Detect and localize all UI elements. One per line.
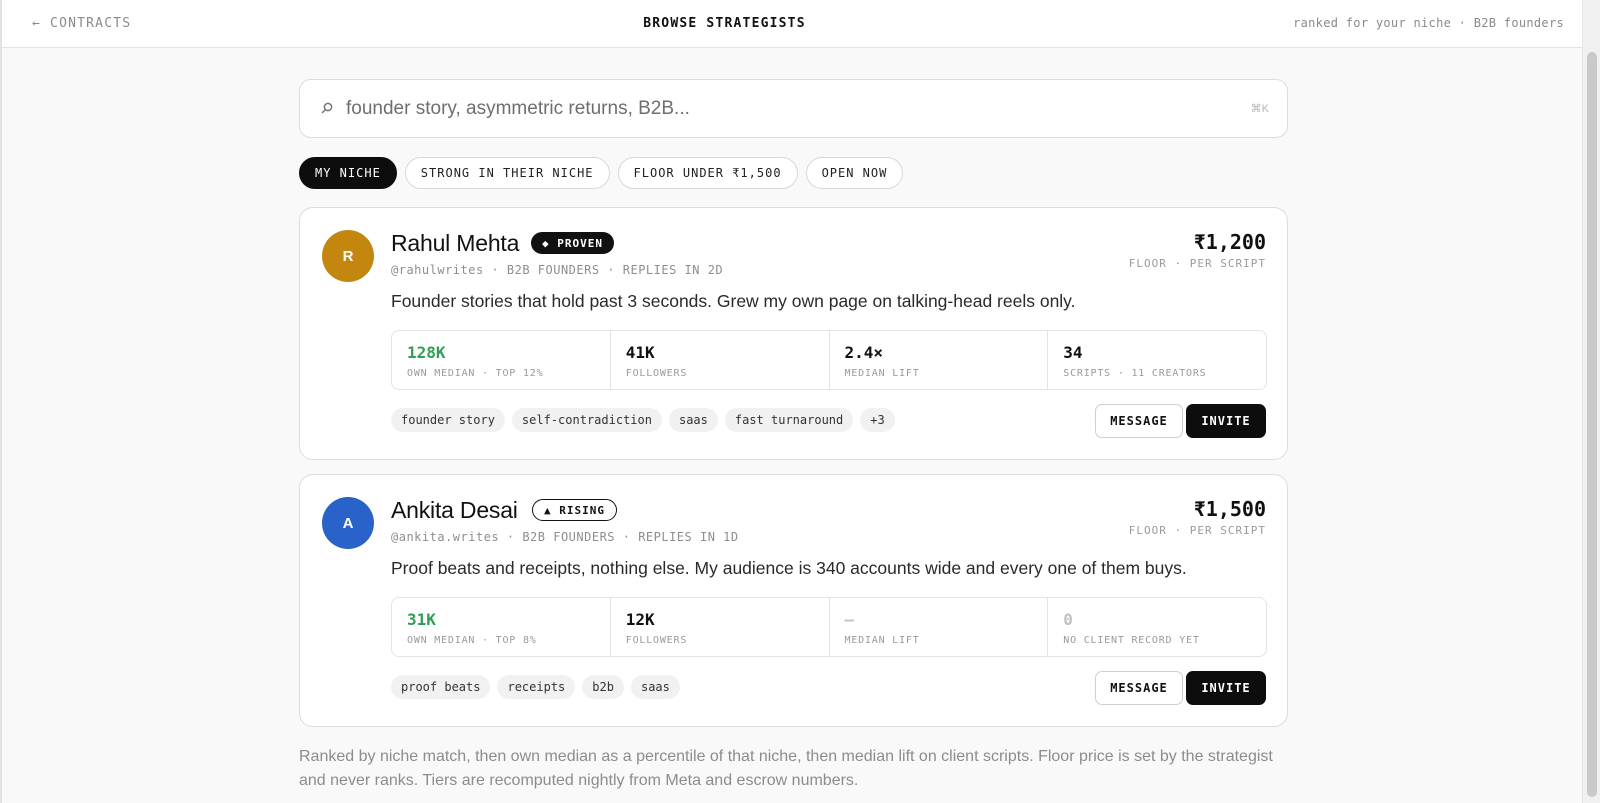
tag-list: founder story self-contradiction saas fa… (391, 408, 895, 432)
strategist-name[interactable]: Ankita Desai (391, 497, 518, 524)
stats-grid: 31K OWN MEDIAN · TOP 8% 12K FOLLOWERS — … (391, 597, 1267, 657)
avatar[interactable]: R (322, 230, 374, 282)
search-box[interactable]: ⌘K (299, 79, 1288, 138)
filter-my-niche[interactable]: MY NICHE (299, 157, 397, 189)
strategist-name[interactable]: Rahul Mehta (391, 230, 519, 257)
keyboard-shortcut-hint: ⌘K (1250, 103, 1269, 115)
filter-floor-under-1500[interactable]: FLOOR UNDER ₹1,500 (617, 157, 798, 189)
filter-chips: MY NICHE STRONG IN THEIR NICHE FLOOR UND… (299, 157, 904, 189)
ranking-footnote: Ranked by niche match, then own median a… (299, 748, 1273, 789)
filter-open-now[interactable]: OPEN NOW (805, 157, 904, 189)
strategist-card: A Ankita Desai ▲ RISING @ankita.writes ·… (299, 474, 1288, 727)
stat-followers: 41K FOLLOWERS (611, 331, 830, 389)
stat-own-median: 31K OWN MEDIAN · TOP 8% (392, 598, 611, 656)
stat-label: NO CLIENT RECORD YET (1063, 635, 1200, 646)
more-tags[interactable]: +3 (860, 408, 895, 432)
tag[interactable]: proof beats (391, 675, 491, 699)
stat-label: OWN MEDIAN · TOP 12% (407, 368, 544, 379)
strategist-bio: Founder stories that hold past 3 seconds… (391, 291, 1076, 311)
stat-value: 31K (407, 610, 436, 629)
stat-label: FOLLOWERS (625, 368, 688, 379)
stat-value: 2.4× (844, 343, 884, 362)
stat-value: 128K (407, 343, 446, 362)
stat-value: — (844, 610, 855, 629)
tag[interactable]: saas (668, 408, 718, 432)
tag[interactable]: founder story (391, 408, 505, 432)
stat-label: MEDIAN LIFT (844, 635, 920, 646)
scrollbar[interactable] (1582, 0, 1600, 803)
floor-price: ₹1,500 (1193, 497, 1266, 521)
tier-badge: ◆ PROVEN (531, 232, 614, 254)
search-icon (321, 102, 333, 114)
tag[interactable]: fast turnaround (724, 408, 854, 432)
tier-badge: ▲ RISING (532, 499, 617, 521)
invite-button[interactable]: INVITE (1186, 404, 1266, 438)
tag[interactable]: self-contradiction (511, 408, 662, 432)
tag-list: proof beats receipts b2b saas (391, 675, 680, 699)
message-button[interactable]: MESSAGE (1095, 404, 1183, 438)
strategist-bio: Proof beats and receipts, nothing else. … (391, 558, 1187, 578)
stat-value: 41K (625, 343, 655, 362)
tag[interactable]: receipts (497, 675, 576, 699)
stat-client-record: 0 NO CLIENT RECORD YET (1048, 598, 1266, 656)
search-input[interactable] (346, 94, 1206, 124)
floor-price: ₹1,200 (1193, 230, 1266, 254)
stat-value: 0 (1063, 610, 1073, 629)
stat-median-lift: — MEDIAN LIFT (830, 598, 1049, 656)
stat-scripts: 34 SCRIPTS · 11 CREATORS (1048, 331, 1266, 389)
stat-label: OWN MEDIAN · TOP 8% (407, 635, 537, 646)
avatar[interactable]: A (322, 497, 374, 549)
stats-grid: 128K OWN MEDIAN · TOP 12% 41K FOLLOWERS … (391, 330, 1267, 390)
message-button[interactable]: MESSAGE (1095, 671, 1183, 705)
tag[interactable]: saas (630, 675, 680, 699)
ranked-note: ranked for your niche · B2B founders (1293, 16, 1564, 30)
floor-price-label: FLOOR · PER SCRIPT (1128, 257, 1266, 270)
page-title: BROWSE STRATEGISTS (643, 16, 806, 31)
stat-median-lift: 2.4× MEDIAN LIFT (830, 331, 1049, 389)
stat-own-median: 128K OWN MEDIAN · TOP 12% (392, 331, 611, 389)
filter-strong-in-their-niche[interactable]: STRONG IN THEIR NICHE (404, 157, 610, 189)
strategist-meta: @rahulwrites · B2B FOUNDERS · REPLIES IN… (391, 263, 724, 277)
strategist-card: R Rahul Mehta ◆ PROVEN @rahulwrites · B2… (299, 207, 1288, 460)
top-bar: ← CONTRACTS BROWSE STRATEGISTS ranked fo… (2, 0, 1584, 48)
tag[interactable]: b2b (582, 675, 624, 699)
stat-label: SCRIPTS · 11 CREATORS (1063, 368, 1207, 379)
stat-label: FOLLOWERS (625, 635, 688, 646)
strategist-meta: @ankita.writes · B2B FOUNDERS · REPLIES … (391, 530, 739, 544)
stat-label: MEDIAN LIFT (844, 368, 920, 379)
floor-price-label: FLOOR · PER SCRIPT (1128, 524, 1266, 537)
stat-value: 12K (625, 610, 655, 629)
stat-value: 34 (1063, 343, 1083, 362)
invite-button[interactable]: INVITE (1186, 671, 1266, 705)
stat-followers: 12K FOLLOWERS (611, 598, 830, 656)
scrollbar-thumb[interactable] (1587, 52, 1597, 797)
